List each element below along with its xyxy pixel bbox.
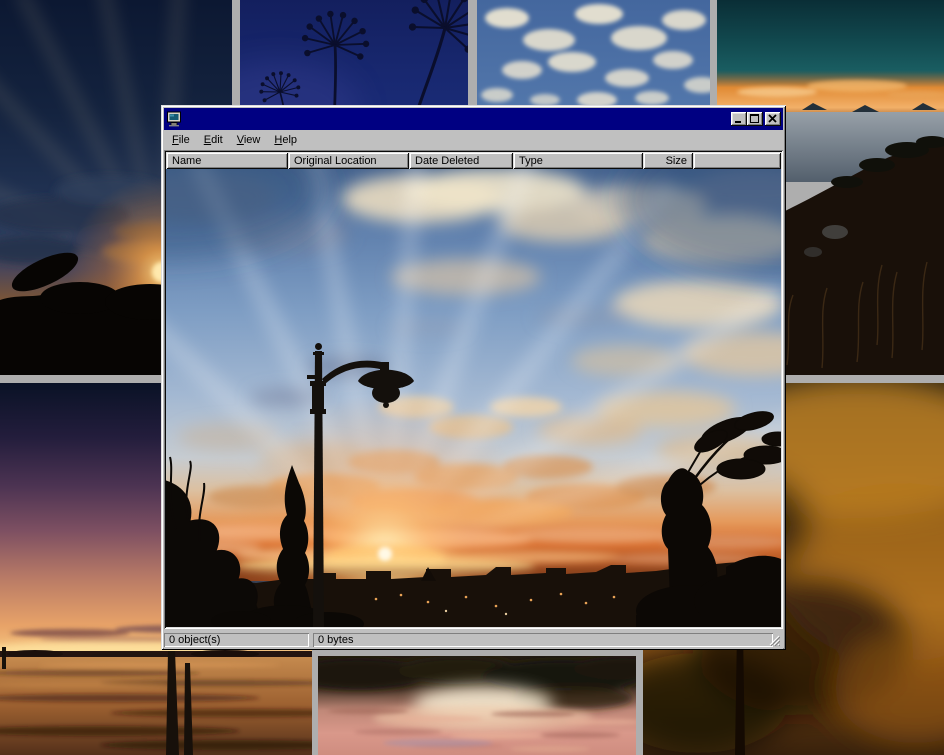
menu-bar: File Edit View Help — [164, 130, 783, 150]
maximize-icon — [747, 112, 763, 126]
wallpaper-photo-water-reflection — [318, 656, 636, 755]
menu-file[interactable]: File — [165, 131, 197, 150]
status-bar: 0 object(s) 0 bytes — [164, 631, 783, 649]
sunset-lamp-photo — [166, 169, 781, 627]
column-header-type[interactable]: Type — [513, 152, 643, 169]
column-header-original-location[interactable]: Original Location — [288, 152, 409, 169]
window-titlebar[interactable] — [164, 108, 783, 130]
list-view: Name Original Location Date Deleted Type… — [164, 150, 783, 629]
menu-help[interactable]: Help — [267, 131, 304, 150]
close-icon — [765, 112, 781, 126]
menu-view[interactable]: View — [230, 131, 268, 150]
close-button[interactable] — [765, 112, 781, 126]
menu-edit[interactable]: Edit — [197, 131, 230, 150]
column-header-date-deleted[interactable]: Date Deleted — [409, 152, 513, 169]
desktop: File Edit View Help Name Original Locati… — [0, 0, 944, 755]
column-header-spacer — [693, 152, 781, 169]
column-header-row: Name Original Location Date Deleted Type… — [166, 152, 781, 169]
minimize-button[interactable] — [731, 112, 747, 126]
column-header-name[interactable]: Name — [166, 152, 288, 169]
maximize-button[interactable] — [747, 112, 763, 126]
column-header-size[interactable]: Size — [643, 152, 693, 169]
status-object-count: 0 object(s) — [164, 633, 309, 647]
status-size: 0 bytes — [313, 633, 773, 647]
water-reflection-photo-art — [318, 656, 636, 755]
folder-view-area[interactable] — [166, 169, 781, 627]
window-controls — [731, 112, 781, 126]
recycle-bin-window: File Edit View Help Name Original Locati… — [161, 105, 786, 650]
resize-grip-icon[interactable] — [768, 634, 780, 646]
minimize-icon — [731, 112, 747, 126]
computer-icon[interactable] — [166, 111, 182, 127]
